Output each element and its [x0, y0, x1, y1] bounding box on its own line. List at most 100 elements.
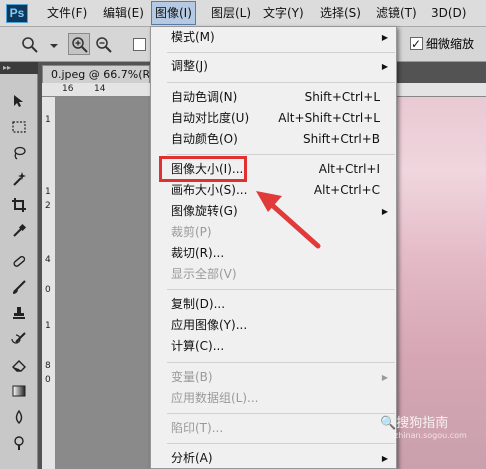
menu-item-crop: 裁剪(P) — [152, 222, 396, 243]
menu-item-label: 应用图像(Y)... — [171, 318, 248, 332]
tools-panel-header[interactable]: ▸▸ — [0, 62, 38, 74]
menu-item-trim[interactable]: 裁切(R)... — [152, 243, 396, 264]
tools-panel: ▸▸ — [0, 62, 38, 469]
zoom-out-icon[interactable] — [92, 33, 114, 55]
fine-zoom-label: 细微缩放 — [426, 37, 475, 51]
zoom-in-icon[interactable] — [68, 33, 90, 55]
brush-tool-icon[interactable] — [8, 276, 30, 298]
menu-separator — [167, 82, 395, 83]
watermark-brand: 搜狗指南 — [396, 416, 449, 431]
submenu-arrow-icon: ▶ — [381, 373, 388, 382]
menu-item-trap: 陷印(T)... — [152, 418, 396, 439]
ruler-tick-label: 8 — [45, 361, 51, 371]
menu-item-shortcut: Alt+Shift+Ctrl+L — [278, 111, 380, 125]
menu-item-label: 复制(D)... — [171, 297, 226, 311]
menu-item-label: 裁切(R)... — [171, 246, 225, 260]
crop-tool-icon[interactable] — [8, 194, 30, 216]
magic-wand-tool-icon[interactable] — [8, 168, 30, 190]
menu-item-label: 画布大小(S)... — [171, 183, 248, 197]
ruler-tick-label: 1 — [45, 321, 51, 331]
menu-item-canvas-size[interactable]: 画布大小(S)... Alt+Ctrl+C — [152, 180, 396, 201]
eraser-tool-icon[interactable] — [8, 354, 30, 376]
menu-item-calculations[interactable]: 计算(C)... — [152, 336, 396, 357]
blur-tool-icon[interactable] — [8, 406, 30, 428]
submenu-arrow-icon: ▶ — [381, 33, 388, 42]
menu-item-auto-contrast[interactable]: 自动对比度(U) Alt+Shift+Ctrl+L — [152, 108, 396, 129]
menu-item-label: 图像旋转(G) — [171, 204, 238, 218]
menu-layer[interactable]: 图层(L) — [208, 0, 254, 26]
menu-file[interactable]: 文件(F) — [44, 0, 90, 26]
eyedropper-tool-icon[interactable] — [8, 220, 30, 242]
document-tab[interactable]: 0.jpeg @ 66.7%(RGB/8#) — [42, 65, 150, 83]
fine-zoom-checkbox[interactable] — [410, 35, 423, 53]
ruler-tick-label: 16 — [62, 84, 74, 94]
menu-type[interactable]: 文字(Y) — [260, 0, 307, 26]
menu-select[interactable]: 选择(S) — [317, 0, 364, 26]
ruler-tick-label: 1 — [45, 187, 51, 197]
image-size-highlight-box — [159, 156, 247, 182]
dodge-tool-icon[interactable] — [8, 432, 30, 454]
menu-item-auto-color[interactable]: 自动颜色(O) Shift+Ctrl+B — [152, 129, 396, 150]
menu-item-label: 自动对比度(U) — [171, 111, 250, 125]
menu-item-label: 陷印(T)... — [171, 421, 224, 435]
menu-item-adjustments[interactable]: 调整(J) ▶ — [152, 56, 396, 77]
ruler-tick-label: 0 — [45, 375, 51, 385]
menu-separator — [167, 413, 395, 414]
menu-item-reveal-all: 显示全部(V) — [152, 264, 396, 285]
move-tool-icon[interactable] — [8, 90, 30, 112]
vertical-ruler[interactable]: 1 1 2 4 0 1 8 0 — [42, 97, 56, 469]
menu-separator — [167, 154, 395, 155]
resize-windows-checkbox[interactable] — [133, 38, 146, 51]
menu-edit[interactable]: 编辑(E) — [100, 0, 147, 26]
menu-separator — [167, 289, 395, 290]
menu-item-label: 变量(B) — [171, 370, 213, 384]
image-menu-dropdown: 模式(M) ▶ 调整(J) ▶ 自动色调(N) Shift+Ctrl+L 自动对… — [150, 26, 397, 469]
menu-item-mode[interactable]: 模式(M) ▶ — [152, 27, 396, 48]
tool-preset-dropdown-icon[interactable] — [42, 33, 64, 55]
menu-item-apply-data-set: 应用数据组(L)... — [152, 388, 396, 409]
watermark-url: zhinan.sogou.com — [394, 431, 467, 440]
menu-item-duplicate[interactable]: 复制(D)... — [152, 294, 396, 315]
menu-item-shortcut: Alt+Ctrl+I — [318, 162, 380, 176]
menu-bar: Ps 文件(F) 编辑(E) 图像(I) 图层(L) 文字(Y) 选择(S) 滤… — [0, 0, 486, 27]
gradient-tool-icon[interactable] — [8, 380, 30, 402]
menu-item-label: 自动色调(N) — [171, 90, 238, 104]
menu-item-label: 裁剪(P) — [171, 225, 212, 239]
menu-item-analysis[interactable]: 分析(A) ▶ — [152, 448, 396, 469]
ruler-tick-label: 4 — [45, 255, 51, 265]
menu-item-apply-image[interactable]: 应用图像(Y)... — [152, 315, 396, 336]
menu-3d[interactable]: 3D(D) — [428, 0, 469, 26]
photoshop-logo: Ps — [6, 4, 28, 23]
sogou-watermark: 🔍搜狗指南 — [380, 416, 449, 431]
lasso-tool-icon[interactable] — [8, 142, 30, 164]
submenu-arrow-icon: ▶ — [381, 207, 388, 216]
menu-item-label: 自动颜色(O) — [171, 132, 238, 146]
history-brush-tool-icon[interactable] — [8, 328, 30, 350]
menu-item-shortcut: Alt+Ctrl+C — [313, 183, 380, 197]
ruler-tick-label: 0 — [45, 285, 51, 295]
menu-item-label: 计算(C)... — [171, 339, 225, 353]
menu-filter[interactable]: 滤镜(T) — [373, 0, 420, 26]
menu-item-auto-tone[interactable]: 自动色调(N) Shift+Ctrl+L — [152, 87, 396, 108]
menu-item-shortcut: Shift+Ctrl+B — [303, 132, 380, 146]
menu-image[interactable]: 图像(I) — [151, 1, 196, 25]
ruler-tick-label: 1 — [45, 115, 51, 125]
menu-item-label: 应用数据组(L)... — [171, 391, 259, 405]
submenu-arrow-icon: ▶ — [381, 454, 388, 463]
menu-item-variables: 变量(B) ▶ — [152, 367, 396, 388]
ruler-tick-label: 2 — [45, 201, 51, 211]
ruler-tick-label: 14 — [94, 84, 106, 94]
menu-separator — [167, 443, 395, 444]
menu-item-label: 显示全部(V) — [171, 267, 237, 281]
menu-item-label: 调整(J) — [171, 59, 208, 73]
marquee-tool-icon[interactable] — [8, 116, 30, 138]
clone-stamp-tool-icon[interactable] — [8, 302, 30, 324]
menu-separator — [167, 52, 395, 53]
zoom-tool-icon[interactable] — [18, 33, 40, 55]
healing-brush-tool-icon[interactable] — [8, 250, 30, 272]
menu-separator — [167, 362, 395, 363]
fine-zoom-option[interactable]: 细微缩放 — [410, 35, 474, 53]
menu-item-shortcut: Shift+Ctrl+L — [304, 90, 380, 104]
menu-item-image-rotation[interactable]: 图像旋转(G) ▶ — [152, 201, 396, 222]
submenu-arrow-icon: ▶ — [381, 62, 388, 71]
